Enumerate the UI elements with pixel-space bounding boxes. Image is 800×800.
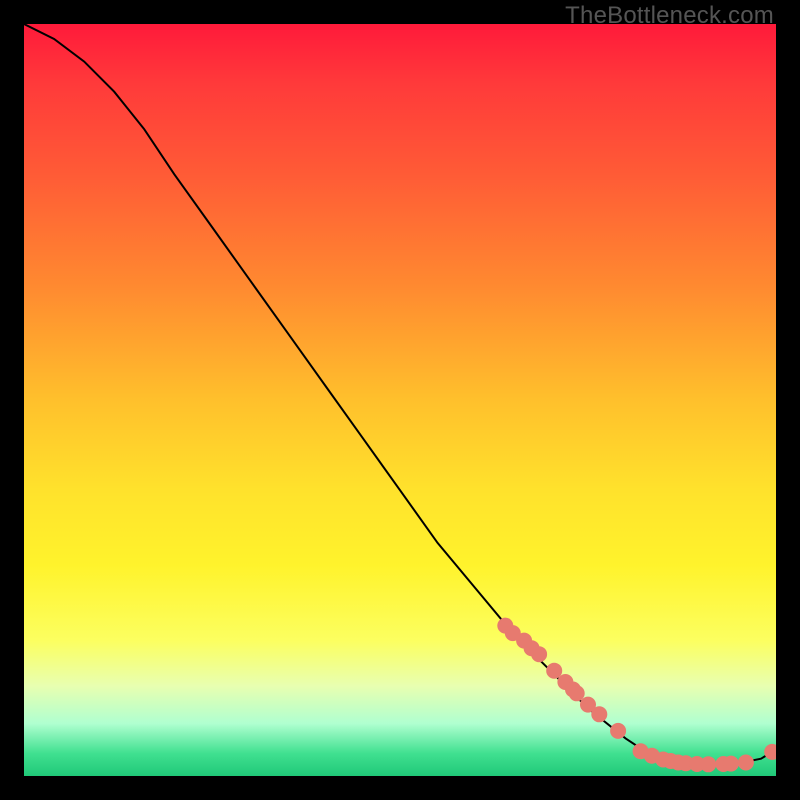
chart-svg <box>24 24 776 776</box>
data-markers <box>497 618 776 773</box>
bottleneck-curve <box>24 24 776 765</box>
data-marker <box>700 756 716 772</box>
data-marker <box>569 685 585 701</box>
data-marker <box>591 706 607 722</box>
watermark-text: TheBottleneck.com <box>565 2 774 30</box>
data-marker <box>764 744 776 760</box>
data-marker <box>723 756 739 772</box>
data-marker <box>531 646 547 662</box>
data-marker <box>738 755 754 771</box>
data-marker <box>610 723 626 739</box>
